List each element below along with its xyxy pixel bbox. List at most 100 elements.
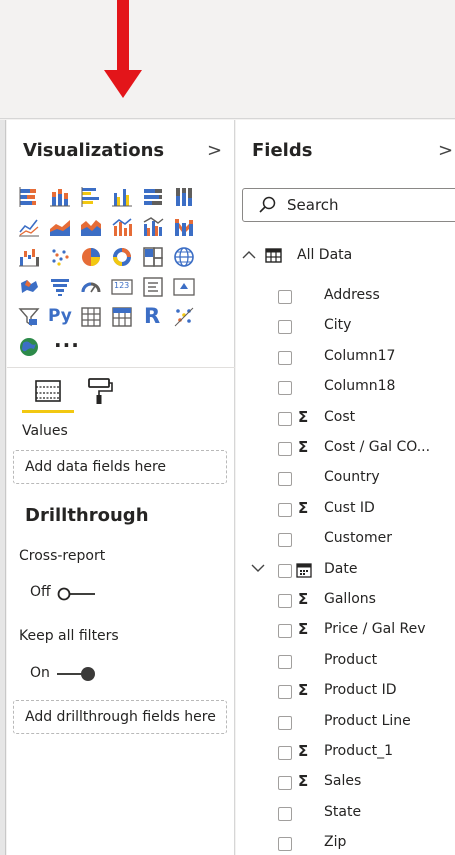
100-stacked-column-chart-icon[interactable] bbox=[172, 185, 196, 209]
fields-collapse-chevron[interactable]: > bbox=[438, 140, 453, 161]
field-checkbox[interactable] bbox=[278, 594, 292, 608]
chevron-up-icon[interactable] bbox=[242, 250, 256, 260]
python-visual-icon[interactable]: Py bbox=[48, 305, 72, 329]
ribbon-chart-icon[interactable] bbox=[172, 215, 196, 239]
line-and-clustered-column-chart-icon[interactable] bbox=[141, 215, 165, 239]
field-checkbox[interactable] bbox=[278, 381, 292, 396]
format-paint-roller-icon[interactable] bbox=[85, 376, 115, 406]
field-row[interactable]: Product Line bbox=[236, 711, 455, 735]
100-stacked-bar-chart-icon[interactable] bbox=[141, 185, 165, 209]
toggle-off-icon bbox=[57, 587, 95, 601]
field-checkbox[interactable] bbox=[278, 624, 292, 639]
field-row[interactable]: Σ Product ID bbox=[236, 680, 455, 704]
calendar-icon bbox=[296, 562, 312, 578]
field-row[interactable]: Column17 bbox=[236, 346, 455, 370]
key-influencers-icon[interactable] bbox=[172, 305, 196, 329]
field-row[interactable]: City bbox=[236, 315, 455, 339]
field-checkbox[interactable] bbox=[278, 837, 292, 852]
field-checkbox[interactable] bbox=[278, 411, 292, 426]
field-checkbox[interactable] bbox=[278, 502, 292, 517]
kpi-icon[interactable] bbox=[172, 275, 196, 299]
field-checkbox[interactable] bbox=[278, 533, 292, 548]
field-row[interactable]: Σ Product_1 bbox=[236, 741, 455, 765]
field-checkbox[interactable] bbox=[278, 320, 292, 335]
values-drop-zone[interactable]: Add data fields here bbox=[13, 450, 227, 484]
sigma-icon: Σ bbox=[298, 742, 309, 760]
field-row[interactable]: Product bbox=[236, 650, 455, 674]
arcgis-map-icon[interactable] bbox=[17, 335, 41, 359]
field-row[interactable]: Address bbox=[236, 285, 455, 309]
scatter-chart-icon[interactable] bbox=[48, 245, 72, 269]
treemap-icon[interactable] bbox=[141, 245, 165, 269]
cross-report-toggle[interactable]: Off bbox=[30, 584, 100, 604]
field-label: Cost / Gal CO... bbox=[324, 439, 431, 455]
fields-search-input[interactable]: Search bbox=[242, 188, 455, 222]
map-icon[interactable] bbox=[172, 245, 196, 269]
table-all-data[interactable]: All Data bbox=[236, 245, 455, 269]
stacked-area-chart-icon[interactable] bbox=[79, 215, 103, 239]
r-script-visual-icon[interactable]: R bbox=[141, 304, 165, 329]
area-chart-icon[interactable] bbox=[48, 215, 72, 239]
clustered-bar-chart-icon[interactable] bbox=[79, 185, 103, 209]
field-row[interactable]: Country bbox=[236, 467, 455, 491]
field-row[interactable]: Σ Gallons bbox=[236, 589, 455, 613]
drillthrough-drop-zone[interactable]: Add drillthrough fields here bbox=[13, 700, 227, 734]
keep-all-filters-toggle[interactable]: On bbox=[30, 665, 100, 685]
visualizations-pane: Visualizations > 123 Py R ··· Values Add da… bbox=[7, 120, 235, 855]
field-checkbox[interactable] bbox=[278, 472, 292, 487]
field-checkbox[interactable] bbox=[278, 654, 292, 669]
field-row[interactable]: State bbox=[236, 802, 455, 826]
slicer-icon[interactable] bbox=[17, 305, 41, 329]
gallery-divider bbox=[7, 367, 235, 368]
field-checkbox[interactable] bbox=[278, 776, 292, 791]
table-name-label: All Data bbox=[297, 247, 353, 263]
donut-chart-icon[interactable] bbox=[110, 245, 134, 269]
filters-pane-collapsed-edge[interactable] bbox=[0, 120, 6, 855]
table-icon[interactable] bbox=[79, 305, 103, 329]
field-label: Cust ID bbox=[324, 499, 375, 516]
field-label: Column17 bbox=[324, 347, 396, 364]
field-row[interactable]: Customer bbox=[236, 528, 455, 552]
fields-well-icon[interactable] bbox=[33, 377, 63, 407]
waterfall-chart-icon[interactable] bbox=[17, 245, 41, 269]
field-checkbox[interactable] bbox=[278, 442, 292, 456]
field-row[interactable]: Σ Sales bbox=[236, 771, 455, 795]
field-label: City bbox=[324, 317, 352, 334]
field-row[interactable]: Column18 bbox=[236, 376, 455, 400]
field-row[interactable]: Σ Cust ID bbox=[236, 498, 455, 522]
field-checkbox[interactable] bbox=[278, 806, 292, 821]
python-label: Py bbox=[48, 306, 72, 326]
field-row[interactable]: Σ Cost bbox=[236, 407, 455, 431]
stacked-bar-chart-icon[interactable] bbox=[17, 185, 41, 209]
field-checkbox[interactable] bbox=[278, 746, 292, 760]
filled-map-icon[interactable] bbox=[17, 275, 41, 299]
sigma-icon: Σ bbox=[298, 590, 309, 608]
field-row[interactable]: Date bbox=[236, 559, 455, 583]
field-label: Product bbox=[324, 651, 378, 668]
field-row[interactable]: Σ Price / Gal Rev bbox=[236, 619, 455, 643]
clustered-column-chart-icon[interactable] bbox=[110, 185, 134, 209]
field-label: Customer bbox=[324, 530, 393, 547]
pie-chart-icon[interactable] bbox=[79, 245, 103, 269]
drillthrough-heading: Drillthrough bbox=[25, 505, 149, 526]
visualizations-collapse-chevron[interactable]: > bbox=[207, 140, 222, 161]
field-label: State bbox=[324, 803, 362, 820]
field-checkbox[interactable] bbox=[278, 290, 292, 304]
card-icon[interactable]: 123 bbox=[110, 275, 134, 299]
multi-row-card-icon[interactable] bbox=[141, 275, 165, 299]
field-checkbox[interactable] bbox=[278, 350, 292, 365]
gauge-icon[interactable] bbox=[79, 275, 103, 299]
field-checkbox[interactable] bbox=[278, 685, 292, 700]
field-checkbox[interactable] bbox=[278, 715, 292, 730]
line-chart-icon[interactable] bbox=[17, 215, 41, 239]
line-and-stacked-column-chart-icon[interactable] bbox=[110, 215, 134, 239]
field-row[interactable]: Σ Cost / Gal CO... bbox=[236, 437, 455, 461]
stacked-column-chart-icon[interactable] bbox=[48, 185, 72, 209]
more-visuals-ellipsis-icon[interactable]: ··· bbox=[54, 333, 80, 359]
cross-report-label: Cross-report bbox=[19, 548, 106, 564]
funnel-icon[interactable] bbox=[48, 275, 72, 299]
chevron-down-icon[interactable] bbox=[250, 560, 266, 576]
field-checkbox[interactable] bbox=[278, 563, 292, 578]
matrix-icon[interactable] bbox=[110, 305, 134, 329]
field-row[interactable]: Zip bbox=[236, 832, 455, 855]
